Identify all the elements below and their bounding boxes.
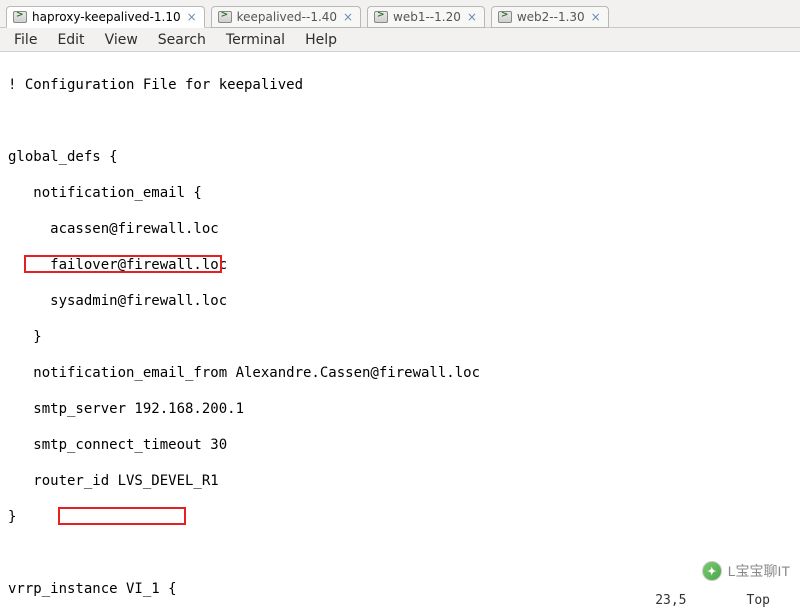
status-bar: 23,5 Top — [655, 591, 800, 609]
close-icon[interactable]: × — [186, 11, 198, 23]
cursor-position: 23,5 — [655, 593, 686, 608]
config-line: sysadmin@firewall.loc — [8, 292, 792, 310]
menu-view[interactable]: View — [95, 29, 148, 51]
menu-search[interactable]: Search — [148, 29, 216, 51]
menu-help[interactable]: Help — [295, 29, 347, 51]
config-line: acassen@firewall.loc — [8, 220, 792, 238]
tab-label: web1--1.20 — [393, 10, 461, 24]
terminal-icon — [218, 11, 232, 23]
config-line: notification_email_from Alexandre.Cassen… — [8, 364, 792, 382]
tab-label: haproxy-keepalived-1.10 — [32, 10, 181, 24]
watermark: ✦ L宝宝聊IT — [702, 561, 790, 581]
config-line — [8, 544, 792, 562]
menu-bar: File Edit View Search Terminal Help — [0, 28, 800, 52]
tab-bar: haproxy-keepalived-1.10 × keepalived--1.… — [0, 0, 800, 28]
menu-file[interactable]: File — [4, 29, 47, 51]
config-line: } — [8, 508, 792, 526]
menu-terminal[interactable]: Terminal — [216, 29, 295, 51]
tab-web1[interactable]: web1--1.20 × — [367, 6, 485, 28]
config-line: } — [8, 328, 792, 346]
config-line: smtp_connect_timeout 30 — [8, 436, 792, 454]
tab-label: web2--1.30 — [517, 10, 585, 24]
close-icon[interactable]: × — [590, 11, 602, 23]
config-line — [8, 112, 792, 130]
config-line: notification_email { — [8, 184, 792, 202]
scroll-position: Top — [747, 593, 770, 608]
close-icon[interactable]: × — [342, 11, 354, 23]
tab-web2[interactable]: web2--1.30 × — [491, 6, 609, 28]
config-line: global_defs { — [8, 148, 792, 166]
watermark-text: L宝宝聊IT — [728, 561, 790, 581]
tab-keepalived[interactable]: keepalived--1.40 × — [211, 6, 361, 28]
menu-edit[interactable]: Edit — [47, 29, 94, 51]
terminal-icon — [374, 11, 388, 23]
config-line: ! Configuration File for keepalived — [8, 76, 792, 94]
close-icon[interactable]: × — [466, 11, 478, 23]
editor-pane[interactable]: ! Configuration File for keepalived glob… — [0, 52, 800, 609]
tab-haproxy[interactable]: haproxy-keepalived-1.10 × — [6, 6, 205, 28]
config-line: router_id LVS_DEVEL_R1 — [8, 472, 792, 490]
tab-label: keepalived--1.40 — [237, 10, 337, 24]
terminal-icon — [498, 11, 512, 23]
wechat-logo-icon: ✦ — [702, 561, 722, 581]
config-line: smtp_server 192.168.200.1 — [8, 400, 792, 418]
config-line: failover@firewall.loc — [8, 256, 792, 274]
terminal-icon — [13, 11, 27, 23]
